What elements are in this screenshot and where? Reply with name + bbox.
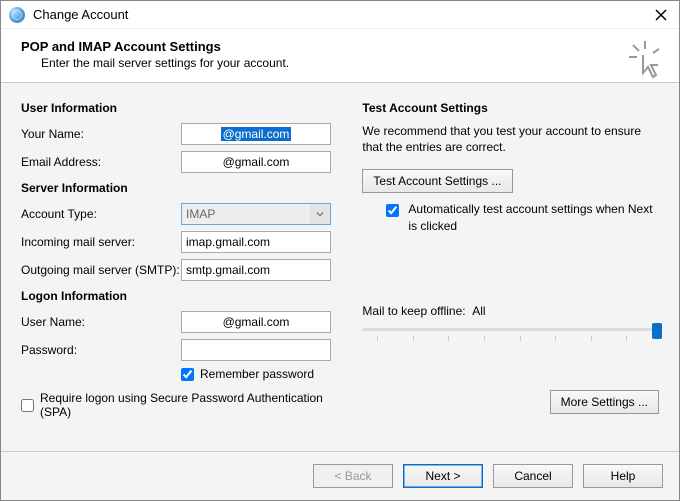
logon-heading: Logon Information [21,289,332,303]
incoming-row: Incoming mail server: [21,231,332,253]
header: POP and IMAP Account Settings Enter the … [1,29,679,83]
user-info-heading: User Information [21,101,332,115]
cancel-button[interactable]: Cancel [493,464,573,488]
password-label: Password: [21,343,181,357]
test-heading: Test Account Settings [362,101,659,115]
body: User Information Your Name: @gmail.com E… [1,83,679,451]
password-row: Password: [21,339,332,361]
email-row: Email Address: [21,151,332,173]
auto-test-checkbox[interactable] [386,204,399,217]
outgoing-input[interactable] [181,259,331,281]
auto-test-label: Automatically test account settings when… [408,201,659,233]
your-name-label: Your Name: [21,127,181,141]
back-button: < Back [313,464,393,488]
right-column: Test Account Settings We recommend that … [362,101,659,441]
incoming-input[interactable] [181,231,331,253]
titlebar: Change Account [1,1,679,29]
header-subtitle: Enter the mail server settings for your … [41,56,659,70]
change-account-dialog: Change Account POP and IMAP Account Sett… [0,0,680,501]
incoming-label: Incoming mail server: [21,235,181,249]
account-type-select[interactable] [181,203,331,225]
help-button[interactable]: Help [583,464,663,488]
username-label: User Name: [21,315,181,329]
password-input[interactable] [181,339,331,361]
username-input[interactable] [181,311,331,333]
account-type-label: Account Type: [21,207,181,221]
mail-keep-section: Mail to keep offline: All [362,304,659,350]
spa-checkbox[interactable]: Require logon using Secure Password Auth… [21,391,332,419]
account-type-value [181,203,331,225]
more-settings-button[interactable]: More Settings ... [550,390,659,414]
next-button[interactable]: Next > [403,464,483,488]
email-label: Email Address: [21,155,181,169]
outgoing-row: Outgoing mail server (SMTP): [21,259,332,281]
email-input[interactable] [181,151,331,173]
mail-keep-label: Mail to keep offline: All [362,304,659,318]
close-button[interactable] [651,5,671,25]
spa-label: Require logon using Secure Password Auth… [40,391,332,419]
globe-icon [9,7,25,23]
account-type-row: Account Type: [21,203,332,225]
remember-password-box[interactable] [181,368,194,381]
close-icon [655,9,667,21]
cursor-star-icon [625,39,665,79]
test-account-button[interactable]: Test Account Settings ... [362,169,512,193]
window-title: Change Account [33,7,651,22]
your-name-row: Your Name: @gmail.com [21,123,332,145]
test-description: We recommend that you test your account … [362,123,659,155]
slider-track [362,328,659,331]
server-info-heading: Server Information [21,181,332,195]
remember-password-label: Remember password [200,367,314,381]
mail-keep-slider[interactable] [362,324,659,350]
footer: < Back Next > Cancel Help [1,451,679,500]
spa-box[interactable] [21,399,34,412]
header-title: POP and IMAP Account Settings [21,39,659,54]
chevron-down-icon [310,204,330,224]
outgoing-label: Outgoing mail server (SMTP): [21,263,181,277]
remember-password-checkbox[interactable]: Remember password [181,367,332,381]
left-column: User Information Your Name: @gmail.com E… [21,101,332,441]
username-row: User Name: [21,311,332,333]
your-name-input[interactable]: @gmail.com [181,123,331,145]
slider-thumb[interactable] [652,323,662,339]
